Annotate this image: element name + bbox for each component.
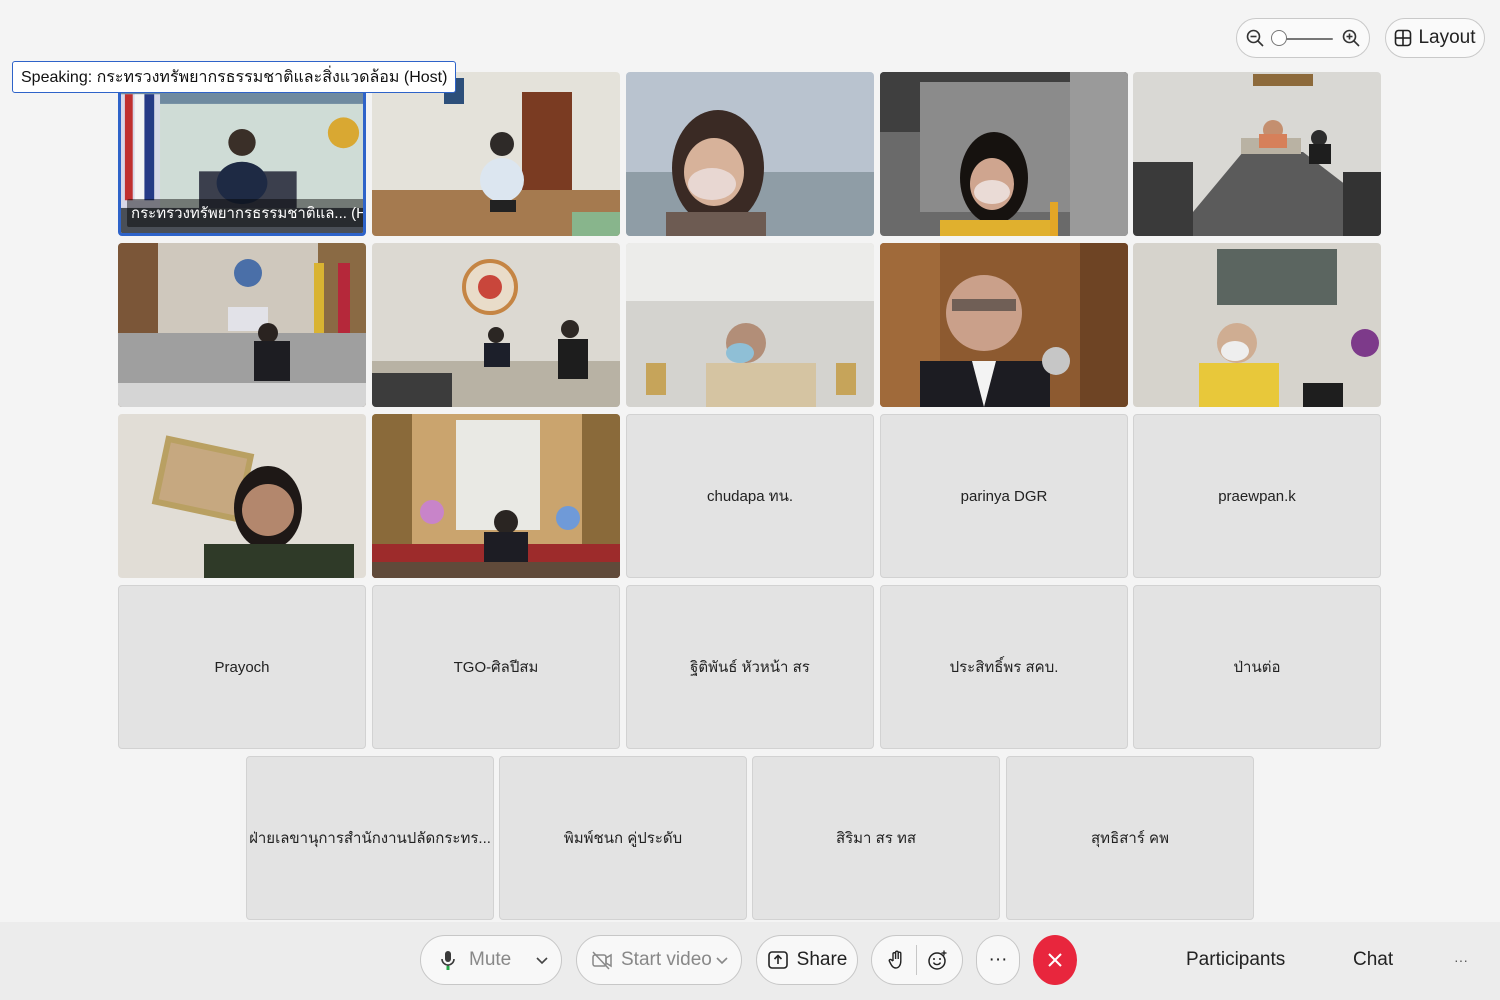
share-label: Share <box>796 949 848 970</box>
participant-tile[interactable]: parinya DGR <box>880 414 1128 578</box>
participant-tile[interactable]: ป่านต่อ <box>1133 585 1381 749</box>
emoji-reaction-icon[interactable] <box>926 949 948 971</box>
participant-name: สุทธิสาร์ คพ <box>1091 830 1169 847</box>
video-feed <box>626 72 874 236</box>
video-tile[interactable] <box>626 72 874 236</box>
reactions-group <box>871 935 963 985</box>
start-video-button[interactable]: Start video <box>576 935 742 985</box>
participant-tile[interactable]: ฝ่ายเลขานุการสำนักงานปลัดกระทร... <box>246 756 494 920</box>
video-feed <box>880 243 1128 407</box>
video-tile[interactable] <box>372 414 620 578</box>
video-feed <box>118 414 366 578</box>
video-feed <box>118 243 366 407</box>
participant-tile[interactable]: chudapa ทน. <box>626 414 874 578</box>
start-video-label: Start video <box>621 949 712 970</box>
more-options-button[interactable]: ··· <box>976 935 1020 985</box>
participant-tile[interactable]: ฐิติพันธ์ หัวหน้า สร <box>626 585 874 749</box>
raise-hand-icon[interactable] <box>886 949 908 971</box>
video-feed <box>372 243 620 407</box>
end-call-button[interactable] <box>1033 935 1077 985</box>
participant-name: ป่านต่อ <box>1233 659 1281 676</box>
participant-name: chudapa ทน. <box>706 488 794 505</box>
divider <box>916 945 918 975</box>
zoom-out-icon[interactable] <box>1245 28 1265 48</box>
video-tile[interactable] <box>1133 243 1381 407</box>
video-tile-host[interactable]: กระทรวงทรัพยากรธรรมชาติแล... (Host) <box>118 72 366 236</box>
mute-label: Mute <box>469 949 512 970</box>
participants-label: Participants <box>1186 949 1286 970</box>
share-button[interactable]: Share <box>756 935 858 985</box>
video-tile[interactable] <box>626 243 874 407</box>
video-feed <box>880 72 1128 236</box>
video-tile[interactable] <box>880 243 1128 407</box>
participant-tile[interactable]: TGO-ศิลปีสม <box>372 585 620 749</box>
zoom-control[interactable] <box>1236 18 1370 58</box>
layout-grid-icon <box>1395 29 1412 47</box>
meeting-toolbar: Mute Start video Share ··· Participants … <box>0 922 1500 1000</box>
video-tile[interactable] <box>372 72 620 236</box>
chat-label: Chat <box>1353 949 1394 970</box>
close-icon <box>1048 953 1062 967</box>
participant-name: parinya DGR <box>960 487 1048 505</box>
participant-name: TGO-ศิลปีสม <box>453 659 539 676</box>
participant-name: praewpan.k <box>1218 487 1296 505</box>
chat-button[interactable]: Chat <box>1345 935 1393 985</box>
video-feed <box>372 72 620 236</box>
participant-name: ประสิทธิ์พร สคบ. <box>949 659 1059 676</box>
video-feed <box>1133 72 1381 236</box>
participant-tile[interactable]: สุทธิสาร์ คพ <box>1006 756 1254 920</box>
participant-tile[interactable]: พิมพ์ชนก คู่ประดับ <box>499 756 747 920</box>
more-options-label: ··· <box>988 949 1008 970</box>
video-tile[interactable] <box>1133 72 1381 236</box>
chevron-down-icon[interactable] <box>535 953 549 967</box>
video-tile[interactable] <box>880 72 1128 236</box>
microphone-icon <box>441 951 455 970</box>
share-screen-icon <box>767 951 788 969</box>
speaking-indicator: Speaking: กระทรวงทรัพยากรธรรมชาติและสิ่ง… <box>12 61 457 93</box>
zoom-slider-thumb[interactable] <box>1271 30 1287 46</box>
video-tile[interactable] <box>372 243 620 407</box>
zoom-in-icon[interactable] <box>1341 28 1361 48</box>
video-feed <box>626 243 874 407</box>
participant-tile[interactable]: praewpan.k <box>1133 414 1381 578</box>
video-tile[interactable] <box>118 243 366 407</box>
chevron-down-icon[interactable] <box>715 953 729 967</box>
overflow-menu-label: ··· <box>1454 952 1468 968</box>
participant-name: ฐิติพันธ์ หัวหน้า สร <box>690 659 810 676</box>
participant-tile[interactable]: Prayoch <box>118 585 366 749</box>
layout-button[interactable]: Layout <box>1385 18 1485 58</box>
overflow-menu-button[interactable]: ··· <box>1454 935 1468 985</box>
layout-label: Layout <box>1418 27 1476 48</box>
video-tile[interactable] <box>118 414 366 578</box>
host-name-label: กระทรวงทรัพยากรธรรมชาติแล... (Host) <box>127 199 363 227</box>
participants-button[interactable]: Participants <box>1178 935 1285 985</box>
participant-tile[interactable]: สิริมา สร ทส <box>752 756 1000 920</box>
participant-name: ฝ่ายเลขานุการสำนักงานปลัดกระทร... <box>249 830 491 847</box>
mute-button[interactable]: Mute <box>420 935 562 985</box>
participant-name: Prayoch <box>214 658 270 676</box>
video-off-icon <box>592 951 612 970</box>
video-feed <box>1133 243 1381 407</box>
participant-tile[interactable]: ประสิทธิ์พร สคบ. <box>880 585 1128 749</box>
participant-name: พิมพ์ชนก คู่ประดับ <box>563 830 683 847</box>
participant-name: สิริมา สร ทส <box>835 830 917 847</box>
video-feed <box>372 414 620 578</box>
